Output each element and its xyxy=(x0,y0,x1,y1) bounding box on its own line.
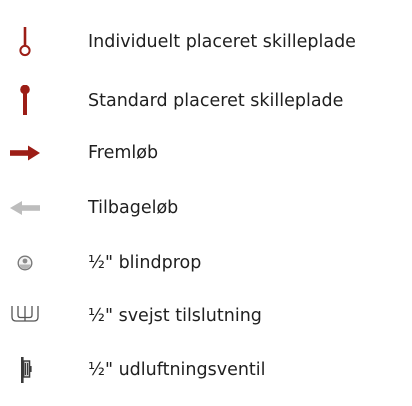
legend-item-return: Tilbageløb xyxy=(0,188,412,228)
legend-item-label: Individuelt placeret skilleplade xyxy=(88,32,356,52)
air-vent-valve-icon xyxy=(21,357,32,383)
legend-item-label: ½" blindprop xyxy=(88,253,202,273)
individual-divider-plate-icon xyxy=(19,27,31,57)
standard-divider-plate-icon xyxy=(20,85,30,115)
legend-item-label: ½" svejst tilslutning xyxy=(88,306,262,326)
return-arrow-icon xyxy=(10,201,40,215)
weld-connection-icon xyxy=(11,306,39,322)
legend-item-standard-divider: Standard placeret skilleplade xyxy=(0,81,412,121)
legend-item-individual-divider: Individuelt placeret skilleplade xyxy=(0,22,412,62)
legend-item-label: Tilbageløb xyxy=(88,198,179,218)
legend-item-label: Standard placeret skilleplade xyxy=(88,91,344,111)
blind-plug-icon xyxy=(17,255,33,271)
legend-item-blind-plug: ½" blindprop xyxy=(0,243,412,283)
flow-arrow-icon xyxy=(10,145,40,161)
legend-item-label: Fremløb xyxy=(88,143,159,163)
legend-item-weld-connection: ½" svejst tilslutning xyxy=(0,296,412,336)
legend-item-flow: Fremløb xyxy=(0,133,412,173)
legend-item-air-vent: ½" udluftningsventil xyxy=(0,350,412,390)
legend-item-label: ½" udluftningsventil xyxy=(88,360,266,380)
legend: Individuelt placeret skilleplade Standar… xyxy=(0,0,412,406)
